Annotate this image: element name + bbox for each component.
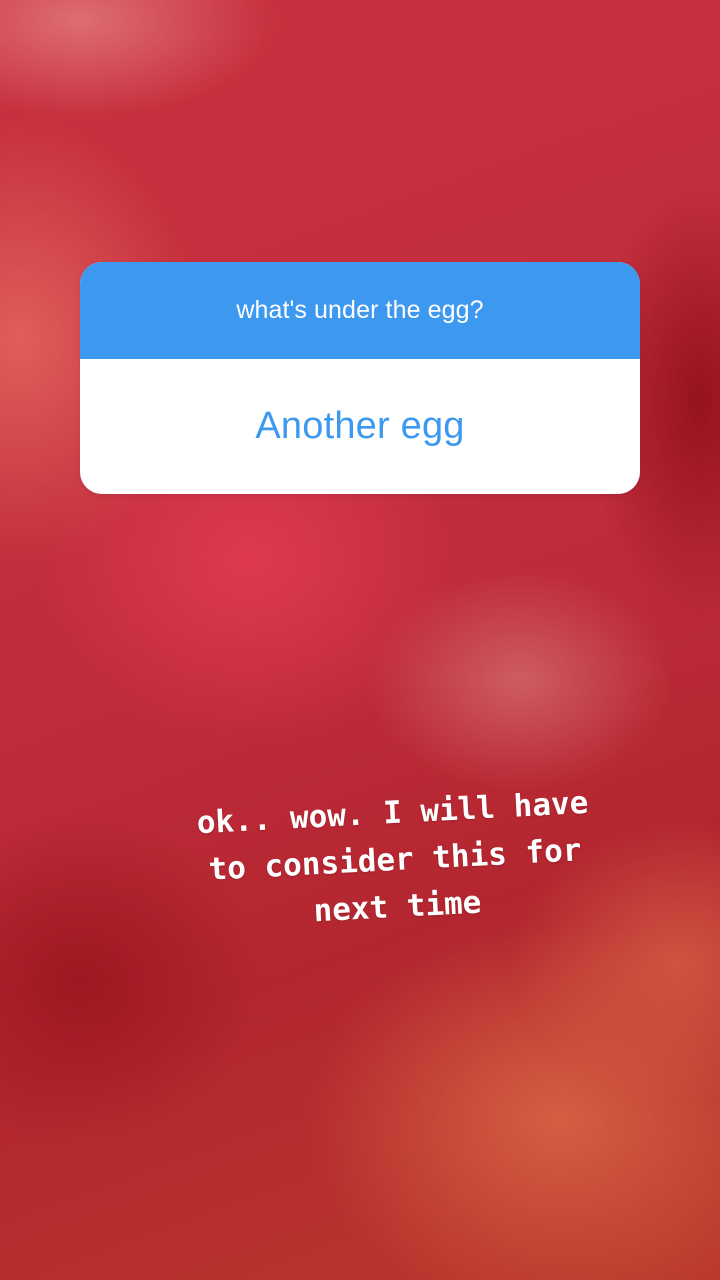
question-text: what's under the egg? xyxy=(236,296,484,324)
question-sticker[interactable]: what's under the egg? Another egg xyxy=(80,262,640,494)
question-header: what's under the egg? xyxy=(80,262,640,359)
story-canvas: what's under the egg? Another egg ok.. w… xyxy=(0,0,720,1280)
answer-area: Another egg xyxy=(80,359,640,494)
answer-text: Another egg xyxy=(255,405,465,447)
story-caption: ok.. wow. I will have to consider this f… xyxy=(167,778,624,942)
